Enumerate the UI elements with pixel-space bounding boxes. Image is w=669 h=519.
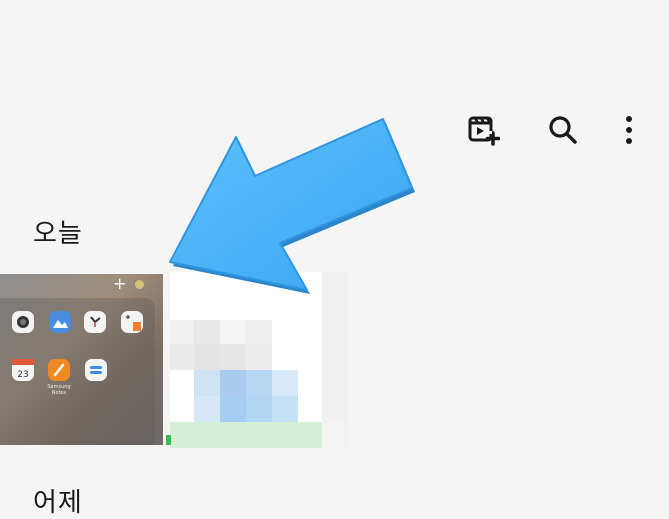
calendar-app-icon: 23 (12, 359, 34, 381)
pixel-block (272, 370, 298, 396)
app-label: Samsung Notes (47, 384, 71, 396)
pixel-block (220, 370, 246, 396)
create-movie-icon (468, 116, 500, 146)
pixel-block (272, 396, 298, 422)
pixel-block (246, 370, 272, 396)
more-options-button[interactable] (609, 110, 649, 150)
create-movie-button[interactable] (463, 110, 503, 150)
photo-thumbnail-home-screen[interactable]: + 23 Samsung Notes (0, 274, 163, 445)
pixel-block (220, 396, 246, 422)
pixel-block (170, 422, 322, 448)
reminder-app-icon (85, 359, 107, 381)
pixel-block (194, 396, 220, 422)
gallery-app-icon (49, 311, 71, 333)
pixel-block (170, 320, 194, 344)
pixel-block (194, 344, 220, 370)
selection-indicator (166, 435, 171, 445)
clock-app-icon (84, 311, 106, 333)
pixel-block (246, 396, 272, 422)
pixel-block (220, 344, 246, 370)
pixel-block (322, 272, 348, 422)
pixel-block (246, 344, 272, 370)
add-icon: + (113, 274, 127, 293)
section-yesterday-label: 어제 (33, 488, 83, 518)
pixel-block (194, 320, 220, 344)
photo-thumbnail-blurred[interactable] (170, 272, 348, 448)
search-button[interactable] (543, 110, 583, 150)
search-icon (549, 116, 577, 144)
camera-app-icon (12, 311, 34, 333)
pixel-block (194, 370, 220, 396)
samsung-notes-app-icon (48, 359, 70, 381)
svg-text:23: 23 (17, 370, 28, 380)
calculator-app-icon (121, 311, 143, 333)
pixel-block (220, 320, 246, 344)
pixel-block (246, 320, 272, 344)
gallery-screen: 오늘 + 23 Samsung Notes 어제 (0, 0, 669, 519)
pixel-block (170, 344, 194, 370)
status-dot-icon (135, 280, 144, 289)
more-options-icon (626, 116, 632, 144)
section-today-label: 오늘 (33, 219, 83, 249)
